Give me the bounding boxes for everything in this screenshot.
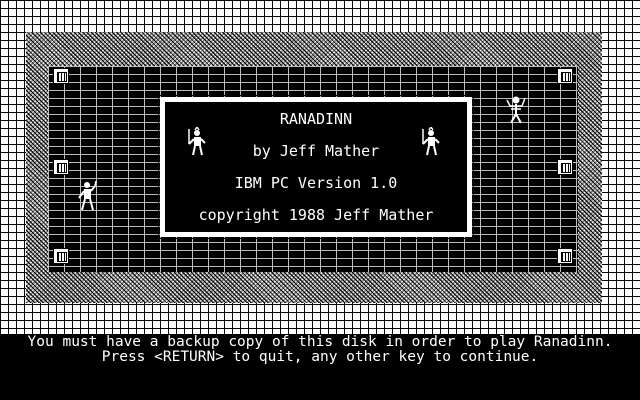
stone-block-icon — [557, 68, 573, 84]
backup-warning-text: You must have a backup copy of this disk… — [27, 334, 613, 350]
game-title: RANADINN — [279, 110, 353, 128]
stone-block-icon — [53, 159, 69, 175]
warrior-icon — [422, 127, 440, 156]
adventurer-icon — [78, 180, 97, 211]
title-box: RANADINN by Jeff Mather IBM PC Version 1… — [158, 95, 474, 239]
continue-prompt-text: Press <RETURN> to quit, any other key to… — [101, 349, 539, 365]
stone-block-icon — [557, 159, 573, 175]
version-line: IBM PC Version 1.0 — [234, 174, 398, 192]
stone-block-icon — [557, 248, 573, 264]
instruction-message: You must have a backup copy of this disk… — [0, 335, 640, 365]
warrior-icon — [188, 127, 206, 156]
copyright-line: copyright 1988 Jeff Mather — [198, 206, 434, 224]
skeleton-icon — [506, 96, 526, 124]
stone-block-icon — [53, 248, 69, 264]
stone-block-icon — [53, 68, 69, 84]
